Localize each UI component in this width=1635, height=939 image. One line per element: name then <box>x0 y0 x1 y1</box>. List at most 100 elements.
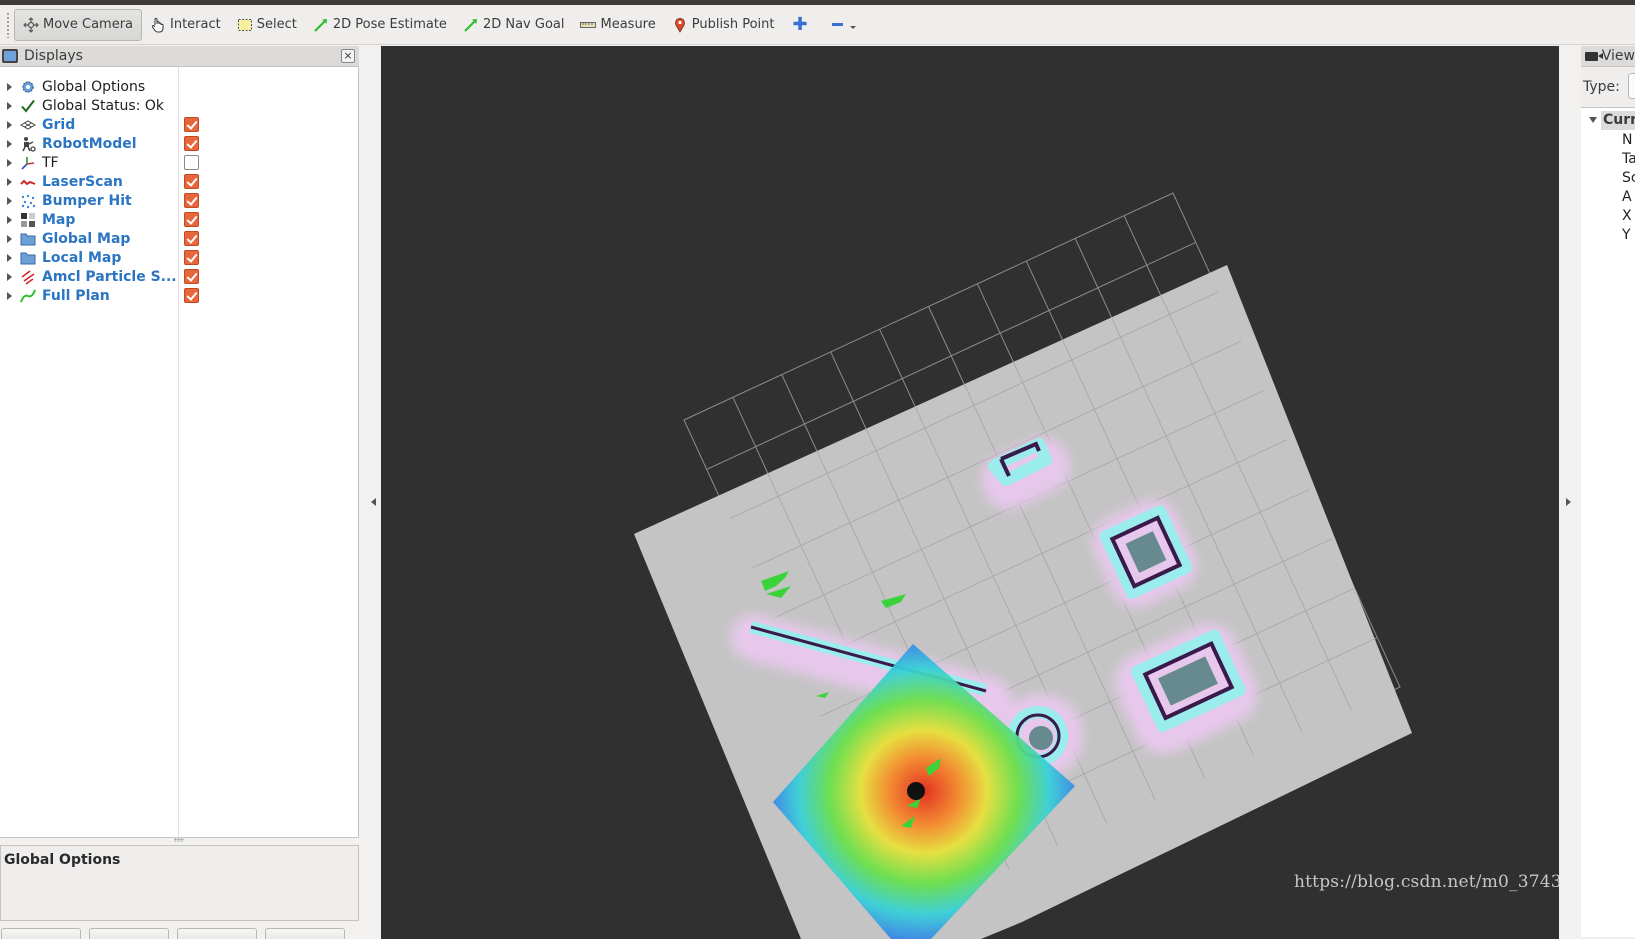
select-box-icon <box>237 17 253 33</box>
enabled-checkbox[interactable] <box>184 288 199 303</box>
display-label: RobotModel <box>42 135 137 152</box>
display-label: Global Status: Ok <box>42 97 165 114</box>
expand-arrow-icon[interactable] <box>7 253 12 262</box>
collapse-left-arrow-icon[interactable] <box>371 498 376 506</box>
tool-toolbar: Move Camera Interact Select 2D Pose Esti… <box>0 5 1635 45</box>
move-camera-label: Move Camera <box>43 17 134 32</box>
path-icon <box>20 288 36 304</box>
views-panel: Type: Curr N Ta Sc A X Y <box>1581 67 1635 939</box>
rename-display-button[interactable] <box>265 928 345 939</box>
enabled-checkbox[interactable] <box>184 117 199 132</box>
map-icon <box>20 212 36 228</box>
view-type-label: Type: <box>1583 79 1620 95</box>
enabled-checkbox[interactable] <box>184 250 199 265</box>
view-property-row[interactable]: Y <box>1622 227 1631 243</box>
close-icon[interactable]: × <box>341 49 355 63</box>
robot-icon <box>20 136 36 152</box>
displays-panel-header: Displays × <box>0 46 359 67</box>
plus-icon: ✚ <box>792 14 808 35</box>
nav-goal-tool[interactable]: 2D Nav Goal <box>455 9 573 41</box>
enabled-checkbox[interactable] <box>184 174 199 189</box>
interact-label: Interact <box>170 17 221 32</box>
display-label: Global Options <box>42 78 146 95</box>
displays-tree: Global Options Global Status: Ok Grid Ro… <box>0 67 359 838</box>
current-view-row[interactable]: Curr <box>1601 111 1635 130</box>
property-description-panel: Global Options <box>0 845 359 921</box>
publish-point-label: Publish Point <box>691 17 775 32</box>
green-arrow-icon <box>463 17 479 33</box>
display-row-tf[interactable]: TF <box>0 153 359 172</box>
interact-tool[interactable]: Interact <box>142 9 229 41</box>
add-tool-button[interactable]: ✚ <box>782 9 817 41</box>
display-row-grid[interactable]: Grid <box>0 115 359 134</box>
remove-display-button[interactable] <box>177 928 257 939</box>
expand-arrow-icon[interactable] <box>7 120 12 129</box>
folder-icon <box>20 250 36 266</box>
display-row-map[interactable]: Map <box>0 210 359 229</box>
publish-point-tool[interactable]: Publish Point <box>664 9 783 41</box>
move-camera-icon <box>23 16 39 33</box>
display-row-robotmodel[interactable]: RobotModel <box>0 134 359 153</box>
scene-canvas[interactable] <box>381 46 1559 939</box>
expand-arrow-icon[interactable] <box>7 177 12 186</box>
display-label: Global Map <box>42 230 131 247</box>
expand-arrow-icon[interactable] <box>7 82 12 91</box>
display-row-amcl-particle[interactable]: Amcl Particle S... <box>0 267 359 286</box>
enabled-checkbox[interactable] <box>184 212 199 227</box>
display-label: Bumper Hit <box>42 192 132 209</box>
collapse-arrow-icon[interactable] <box>1589 117 1597 123</box>
expand-arrow-icon[interactable] <box>7 158 12 167</box>
view-property-row[interactable]: Sc <box>1622 170 1635 186</box>
display-row-global-status[interactable]: Global Status: Ok <box>0 96 359 115</box>
remove-tool-button[interactable] <box>818 9 864 41</box>
enabled-checkbox[interactable] <box>184 136 199 151</box>
map-pin-icon <box>672 17 688 33</box>
display-row-local-map[interactable]: Local Map <box>0 248 359 267</box>
view-property-row[interactable]: N <box>1622 132 1632 148</box>
expand-arrow-icon[interactable] <box>7 196 12 205</box>
monitor-icon <box>2 49 18 63</box>
display-row-laserscan[interactable]: LaserScan <box>0 172 359 191</box>
move-camera-tool[interactable]: Move Camera <box>14 8 143 41</box>
render-viewport[interactable]: https://blog.csdn.net/m0_37433067 <box>381 46 1559 939</box>
view-property-row[interactable]: A <box>1622 189 1632 205</box>
select-tool[interactable]: Select <box>229 9 305 41</box>
duplicate-display-button[interactable] <box>89 928 169 939</box>
expand-arrow-icon[interactable] <box>7 139 12 148</box>
expand-arrow-icon[interactable] <box>7 272 12 281</box>
axes-icon <box>20 155 36 171</box>
robot-model <box>907 782 925 800</box>
check-icon <box>20 98 36 114</box>
toolbar-grip[interactable] <box>6 11 10 38</box>
measure-tool[interactable]: Measure <box>572 9 663 41</box>
display-label: Local Map <box>42 249 122 266</box>
display-label: Map <box>42 211 76 228</box>
expand-arrow-icon[interactable] <box>7 291 12 300</box>
view-type-select[interactable] <box>1628 73 1635 99</box>
display-row-global-options[interactable]: Global Options <box>0 77 359 96</box>
display-label: TF <box>42 154 59 171</box>
display-label: Grid <box>42 116 76 133</box>
enabled-checkbox[interactable] <box>184 155 199 170</box>
view-property-row[interactable]: Ta <box>1622 151 1635 167</box>
hand-icon <box>150 17 166 33</box>
display-label: LaserScan <box>42 173 123 190</box>
nav-goal-label: 2D Nav Goal <box>482 17 565 32</box>
display-buttons-row <box>0 928 359 939</box>
enabled-checkbox[interactable] <box>184 231 199 246</box>
display-row-full-plan[interactable]: Full Plan <box>0 286 359 305</box>
add-display-button[interactable] <box>1 928 81 939</box>
display-row-global-map[interactable]: Global Map <box>0 229 359 248</box>
pose-estimate-tool[interactable]: 2D Pose Estimate <box>305 9 455 41</box>
expand-arrow-icon[interactable] <box>7 101 12 110</box>
watermark-text: https://blog.csdn.net/m0_37433067 <box>1294 872 1559 892</box>
view-property-row[interactable]: X <box>1622 208 1632 224</box>
enabled-checkbox[interactable] <box>184 193 199 208</box>
display-row-bumper-hit[interactable]: Bumper Hit <box>0 191 359 210</box>
pose-estimate-label: 2D Pose Estimate <box>332 17 447 32</box>
expand-arrow-icon[interactable] <box>7 215 12 224</box>
collapse-right-arrow-icon[interactable] <box>1566 498 1571 506</box>
panel-splitter-handle[interactable] <box>174 838 184 842</box>
expand-arrow-icon[interactable] <box>7 234 12 243</box>
enabled-checkbox[interactable] <box>184 269 199 284</box>
